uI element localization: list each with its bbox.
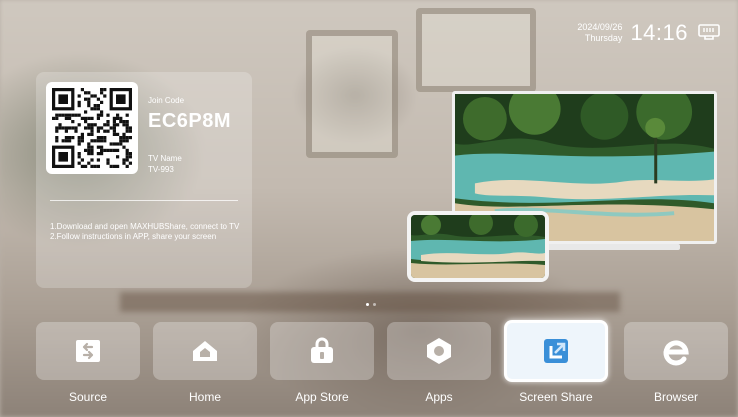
browser-icon xyxy=(663,340,689,366)
qr-code xyxy=(46,82,138,174)
status-bar: 2024/09/26 Thursday 14:16 xyxy=(577,20,722,46)
source-icon xyxy=(76,340,100,362)
shelf-decoration xyxy=(120,292,620,312)
instruction-step-2: 2.Follow instructions in APP, share your… xyxy=(50,232,217,241)
join-code-label: Join Code xyxy=(148,96,185,105)
date: 2024/09/26 xyxy=(577,22,623,32)
home-icon xyxy=(193,341,217,361)
join-card: Join Code EC6P8M TV Name TV-993 1.Downlo… xyxy=(36,72,252,288)
app-store-icon xyxy=(311,337,333,363)
tv-name: TV-993 xyxy=(148,165,174,174)
page-indicator xyxy=(366,303,376,306)
instructions: 1.Download and open MAXHUBShare, connect… xyxy=(50,222,246,242)
dock-label: Browser xyxy=(653,390,698,404)
dock-item-screen-share[interactable]: Screen Share xyxy=(504,320,608,404)
phone-illustration xyxy=(407,211,549,282)
app-store-tile[interactable] xyxy=(270,322,374,380)
dock-label: App Store xyxy=(295,390,349,404)
phone-landscape-image xyxy=(411,215,545,278)
browser-tile[interactable] xyxy=(624,322,728,380)
tv-name-label: TV Name xyxy=(148,154,182,163)
dock-label: Apps xyxy=(425,390,453,404)
page-dot xyxy=(373,303,376,306)
join-code: EC6P8M xyxy=(148,110,232,132)
dock-item-source[interactable]: Source xyxy=(36,320,140,404)
dock-item-browser[interactable]: Browser xyxy=(624,320,728,404)
dock-item-app-store[interactable]: App Store xyxy=(270,320,374,404)
wall-frame-decoration xyxy=(416,8,536,92)
divider xyxy=(50,200,238,201)
dock-item-apps[interactable]: Apps xyxy=(387,320,491,404)
dock-label: Home xyxy=(188,390,221,404)
wall-frame-decoration xyxy=(306,30,398,158)
home-tile[interactable] xyxy=(153,322,257,380)
instruction-step-1: 1.Download and open MAXHUBShare, connect… xyxy=(50,222,240,231)
source-tile[interactable] xyxy=(36,322,140,380)
dock-item-home[interactable]: Home xyxy=(153,320,257,404)
screen-share-icon xyxy=(544,339,568,363)
dock-label: Source xyxy=(68,390,108,404)
weekday: Thursday xyxy=(584,33,623,43)
apps-icon xyxy=(427,338,451,364)
dock-label: Screen Share xyxy=(519,390,593,404)
qr-code-image xyxy=(52,88,132,168)
date-block: 2024/09/26 Thursday xyxy=(577,22,622,44)
clock: 14:16 xyxy=(630,20,688,45)
dock: Source Home App Store Apps Screen Share … xyxy=(34,320,728,410)
ethernet-icon xyxy=(696,22,722,44)
apps-tile[interactable] xyxy=(387,322,491,380)
page-dot xyxy=(366,303,369,306)
screen-share-tile[interactable] xyxy=(504,320,608,382)
